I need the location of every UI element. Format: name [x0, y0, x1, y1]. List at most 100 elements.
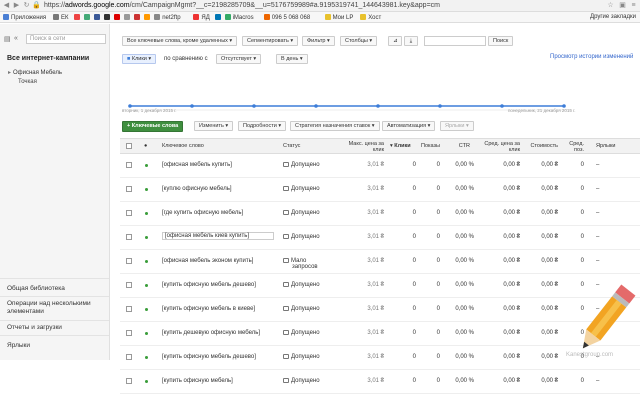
table-row[interactable]: [купить дешевую офисную мебель] Допущено 3… — [120, 322, 640, 346]
keyword-cell[interactable]: [купить дешевую офисную мебель] — [162, 330, 260, 336]
edit-dropdown[interactable]: Изменить ▾ — [194, 121, 234, 131]
keyword-cell[interactable]: [где купить офисную мебель] — [162, 210, 243, 216]
download-icon[interactable]: ⤓ — [404, 36, 418, 46]
metric-dropdown[interactable]: ■ Клики ▾ — [122, 54, 157, 64]
keyword-header[interactable]: Ключевое слово — [162, 143, 204, 149]
clicks-header[interactable]: ▾ Клики — [390, 143, 411, 149]
select-all-checkbox[interactable] — [126, 143, 132, 149]
status-bubble-icon[interactable] — [283, 306, 289, 311]
max-cpc-cell[interactable]: 3,01 ₴ — [344, 330, 384, 336]
bookmark-item[interactable] — [84, 14, 92, 21]
back-icon[interactable]: ◀ — [2, 2, 11, 10]
sidebar-search-input[interactable]: Поиск в сети — [26, 34, 106, 44]
status-bubble-icon[interactable] — [283, 162, 289, 167]
keyword-cell[interactable]: [офисная мебель эконом купить] — [162, 258, 253, 264]
bookmark-star-icon[interactable]: ☆ — [606, 2, 615, 10]
menu-icon[interactable]: ≡ — [629, 2, 638, 10]
enabled-status-dot[interactable] — [145, 284, 148, 287]
ctr-header[interactable]: CTR — [448, 143, 470, 149]
keyword-cell[interactable]: [куплю офисную мебель] — [162, 186, 232, 192]
table-row[interactable]: [где купить офисную мебель] Допущено 3,01 … — [120, 202, 640, 226]
bookmark-item[interactable] — [214, 14, 223, 21]
avg-cpc-header[interactable]: Сред. цена за клик — [478, 141, 520, 153]
other-bookmarks[interactable]: Другие закладки — [590, 14, 636, 20]
address-field[interactable]: https://adwords.google.com/cm/CampaignMg… — [44, 2, 440, 9]
enabled-status-dot[interactable] — [145, 212, 148, 215]
table-row[interactable]: [купить офисную мебель дешево] Допущено 3,… — [120, 274, 640, 298]
table-row[interactable]: [купить офисную мебель] Допущено 3,01 ₴ 0 0 0… — [120, 370, 640, 394]
status-bubble-icon[interactable] — [283, 330, 289, 335]
labels-link[interactable]: Ярлыки — [7, 342, 30, 349]
bookmark-item[interactable] — [134, 14, 142, 21]
row-checkbox[interactable] — [126, 378, 132, 384]
row-checkbox[interactable] — [126, 162, 132, 168]
bookmark-item[interactable]: Мои LP — [324, 14, 353, 21]
filter-dropdown[interactable]: Фильтр ▾ — [302, 36, 335, 46]
bookmark-item[interactable] — [94, 14, 102, 21]
table-row[interactable]: [куплю офисную мебель] Допущено 3,01 ₴ 0 0 0,… — [120, 178, 640, 202]
enabled-status-dot[interactable] — [145, 308, 148, 311]
max-cpc-cell[interactable]: 3,01 ₴ — [344, 210, 384, 216]
cost-header[interactable]: Стоимость — [522, 143, 558, 149]
chart-point[interactable] — [252, 104, 256, 108]
status-filter-dropdown[interactable]: Все ключевые слова, кроме удаленных ▾ — [122, 36, 238, 46]
keyword-cell[interactable]: [купить офисную мебель дешево] — [162, 354, 256, 360]
keyword-cell[interactable]: [офисная мебель киев купить] — [162, 232, 274, 240]
enabled-status-dot[interactable] — [145, 332, 148, 335]
max-cpc-cell[interactable]: 3,01 ₴ — [344, 378, 384, 384]
status-bubble-icon[interactable] — [283, 282, 289, 287]
bulk-operations-link[interactable]: Операции над несколькими элементами — [7, 300, 107, 316]
collapse-icon[interactable]: « — [14, 35, 18, 42]
max-cpc-cell[interactable]: 3,01 ₴ — [344, 306, 384, 312]
row-checkbox[interactable] — [126, 258, 132, 264]
table-row[interactable]: [офисная мебель эконом купить] Мало запрос… — [120, 250, 640, 274]
labels-header[interactable]: Ярлыки — [596, 143, 615, 149]
status-header[interactable]: Статус — [283, 143, 300, 149]
max-cpc-cell[interactable]: 3,01 ₴ — [344, 162, 384, 168]
bookmark-item[interactable]: ЯД — [193, 14, 210, 21]
row-checkbox[interactable] — [126, 306, 132, 312]
chart-point[interactable] — [500, 104, 504, 108]
bookmark-item[interactable]: iMacros — [224, 14, 254, 21]
details-dropdown[interactable]: Подробности ▾ — [238, 121, 287, 131]
bookmark-item[interactable] — [114, 14, 122, 21]
labels-dropdown[interactable]: Ярлыки ▾ — [440, 121, 474, 131]
status-bubble-icon[interactable] — [283, 210, 289, 215]
bookmark-item[interactable]: Приложения — [3, 14, 46, 21]
row-checkbox[interactable] — [126, 210, 132, 216]
status-bubble-icon[interactable] — [283, 354, 289, 359]
reload-icon[interactable]: ↻ — [22, 2, 31, 10]
row-checkbox[interactable] — [126, 330, 132, 336]
adgroup-item[interactable]: Точкая — [18, 79, 37, 85]
status-bubble-icon[interactable] — [283, 186, 289, 191]
enabled-status-dot[interactable] — [145, 380, 148, 383]
shared-library-link[interactable]: Общая библиотека — [7, 285, 65, 292]
table-search-input[interactable] — [424, 36, 486, 46]
enabled-status-dot[interactable] — [145, 164, 148, 167]
bookmark-item[interactable]: Хост — [360, 14, 381, 21]
bookmark-item[interactable]: 096 5 068 068 — [263, 14, 310, 21]
table-row[interactable]: [купить офисную мебель в киеве] Допущено 3… — [120, 298, 640, 322]
max-cpc-cell[interactable]: 3,01 ₴ — [344, 258, 384, 264]
table-row[interactable]: [офисная мебель киев купить] Допущено 3,01… — [120, 226, 640, 250]
max-cpc-cell[interactable]: 3,01 ₴ — [344, 282, 384, 288]
status-bubble-icon[interactable] — [283, 378, 289, 383]
max-cpc-cell[interactable]: 3,01 ₴ — [344, 186, 384, 192]
columns-dropdown[interactable]: Столбцы ▾ — [340, 36, 378, 46]
bookmark-item[interactable] — [74, 14, 82, 21]
chart-point[interactable] — [314, 104, 318, 108]
row-checkbox[interactable] — [126, 186, 132, 192]
keyword-cell[interactable]: [купить офисную мебель в киеве] — [162, 306, 255, 312]
reports-link[interactable]: Отчеты и загрузки — [7, 324, 62, 331]
table-row[interactable]: [купить офисную мебель дешево] Допущено 3,… — [120, 346, 640, 370]
keyword-cell[interactable]: [офисная мебель купить] — [162, 162, 232, 168]
max-cpc-header[interactable]: Макс. цена за клик — [344, 141, 384, 153]
folder-icon[interactable]: ▤ — [4, 35, 12, 43]
table-row[interactable]: [офисная мебель купить] Допущено 3,01 ₴ 0 0 0… — [120, 154, 640, 178]
row-checkbox[interactable] — [126, 354, 132, 360]
enabled-status-dot[interactable] — [145, 236, 148, 239]
change-history-link[interactable]: Просмотр истории изменений — [550, 54, 633, 60]
chart-point[interactable] — [190, 104, 194, 108]
compare-dropdown[interactable]: Отсутствует ▾ — [216, 54, 262, 64]
max-cpc-cell[interactable]: 3,01 ₴ — [344, 354, 384, 360]
